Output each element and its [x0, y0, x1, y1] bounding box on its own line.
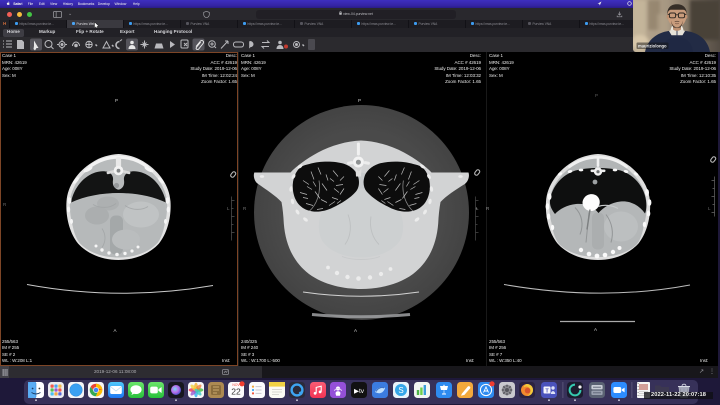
svg-text:mauriziolongo: mauriziolongo [638, 43, 667, 48]
svg-text:▶tv: ▶tv [354, 388, 365, 395]
svg-text:NOV: NOV [232, 383, 240, 387]
svg-text:22: 22 [231, 387, 241, 397]
svg-text:S: S [398, 386, 403, 395]
